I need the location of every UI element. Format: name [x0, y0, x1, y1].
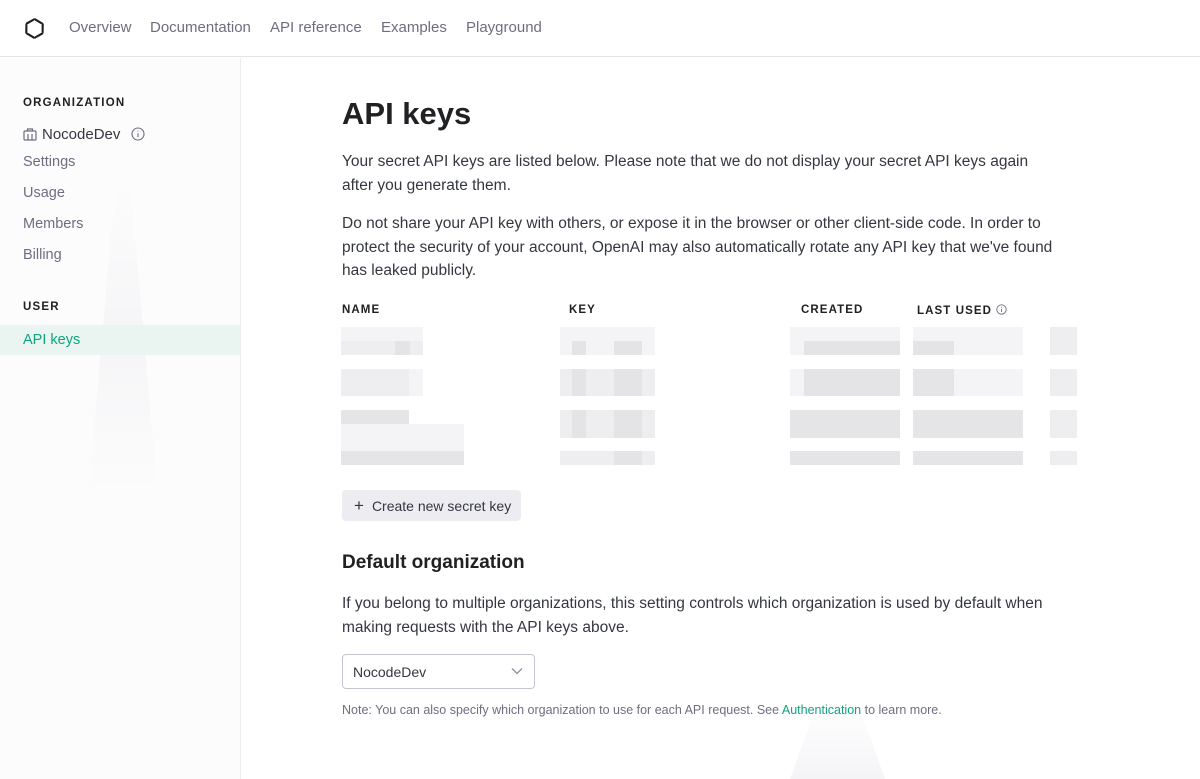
- column-header-created: CREATED: [801, 304, 864, 316]
- top-nav: Overview Documentation API reference Exa…: [0, 0, 1200, 57]
- sidebar-item-settings[interactable]: Settings: [23, 154, 75, 170]
- column-header-name: NAME: [342, 304, 381, 316]
- nav-playground[interactable]: Playground: [466, 19, 542, 37]
- chevron-down-icon: [511, 668, 523, 675]
- sidebar-item-usage[interactable]: Usage: [23, 185, 65, 201]
- create-secret-key-label: Create new secret key: [371, 497, 512, 514]
- nav-examples[interactable]: Examples: [381, 19, 447, 37]
- building-icon: [23, 127, 37, 141]
- authentication-link[interactable]: Authentication: [782, 703, 861, 717]
- default-organization-description: If you belong to multiple organizations,…: [342, 595, 1043, 636]
- openai-logo-icon[interactable]: [22, 16, 47, 41]
- nav-api-reference[interactable]: API reference: [270, 19, 362, 37]
- default-organization-title: Default organization: [342, 552, 525, 573]
- authentication-note: Note: You can also specify which organiz…: [342, 703, 942, 717]
- sidebar-item-billing[interactable]: Billing: [23, 247, 62, 263]
- sidebar-org-name: NocodeDev: [23, 124, 145, 144]
- sidebar-item-api-keys-label: API keys: [23, 332, 81, 348]
- sidebar-item-api-keys[interactable]: API keys: [0, 325, 240, 355]
- default-organization-selected-value: NocodeDev: [353, 663, 427, 680]
- note-suffix: to learn more.: [864, 703, 942, 717]
- plus-icon: +: [354, 495, 364, 515]
- note-prefix: Note: You can also specify which organiz…: [342, 703, 780, 717]
- nav-documentation[interactable]: Documentation: [150, 19, 251, 37]
- column-header-key: KEY: [569, 304, 596, 316]
- column-header-last-used-label: LAST USED: [917, 305, 993, 317]
- column-header-last-used: LAST USED: [917, 304, 1007, 317]
- info-icon[interactable]: [131, 127, 145, 141]
- nav-overview[interactable]: Overview: [69, 19, 132, 37]
- page-title: API keys: [342, 96, 472, 131]
- info-icon[interactable]: [996, 304, 1007, 315]
- intro-text: Your secret API keys are listed below. P…: [342, 153, 1029, 194]
- default-organization-select[interactable]: NocodeDev: [342, 654, 535, 689]
- org-name-label: NocodeDev: [42, 125, 121, 143]
- sidebar-heading-organization: ORGANIZATION: [23, 97, 126, 109]
- sidebar-item-members[interactable]: Members: [23, 216, 83, 232]
- sidebar-heading-user: USER: [23, 301, 60, 313]
- warning-text: Do not share your API key with others, o…: [342, 215, 1053, 279]
- create-secret-key-button[interactable]: + Create new secret key: [342, 490, 521, 521]
